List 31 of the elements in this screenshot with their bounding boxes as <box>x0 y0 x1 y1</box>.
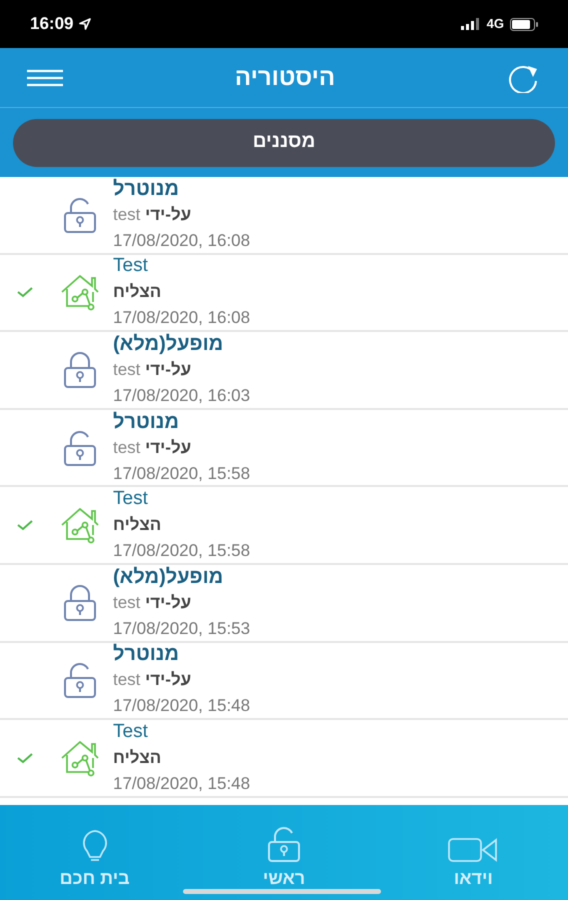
event-title: מנוטרל <box>113 410 179 435</box>
event-title: Test <box>113 487 148 512</box>
event-time: 17/08/2020, 15:58 <box>113 462 250 485</box>
event-time: 17/08/2020, 16:08 <box>113 307 250 330</box>
event-time: 17/08/2020, 15:48 <box>113 695 250 718</box>
status-time: 16:09 <box>30 13 74 36</box>
event-time: 17/08/2020, 15:53 <box>113 618 250 640</box>
event-title: מנוטרל <box>113 642 179 668</box>
event-time: 17/08/2020, 15:48 <box>113 772 250 795</box>
screen-title: היסטוריה <box>234 62 336 92</box>
event-time: 17/08/2020, 16:08 <box>113 230 250 252</box>
tab-button[interactable]: בית חכם <box>0 805 190 900</box>
signal-icon <box>460 18 481 30</box>
menu-icon[interactable] <box>26 68 64 86</box>
network-label: 4G <box>486 15 504 34</box>
event-title: (מופעל(מלא <box>113 564 224 590</box>
tab-button[interactable]: וידאו <box>378 805 568 900</box>
filter-button[interactable]: מסננים <box>13 118 555 166</box>
location-icon <box>79 18 92 30</box>
event-detail: הצליח <box>113 514 162 536</box>
event-title: Test <box>113 720 148 744</box>
video-camera-icon <box>448 837 498 863</box>
event-title: Test <box>113 254 148 278</box>
event-time: 17/08/2020, 15:58 <box>113 540 250 562</box>
event-title: (מופעל(מלא <box>113 332 224 357</box>
tab-button[interactable]: ראשי <box>189 805 379 900</box>
event-detail: הצליח <box>113 281 162 304</box>
battery-icon <box>510 18 538 30</box>
event-title: מנוטרל <box>113 176 179 202</box>
event-detail: הצליח <box>113 746 162 769</box>
event-time: 17/08/2020, 16:03 <box>113 384 250 407</box>
